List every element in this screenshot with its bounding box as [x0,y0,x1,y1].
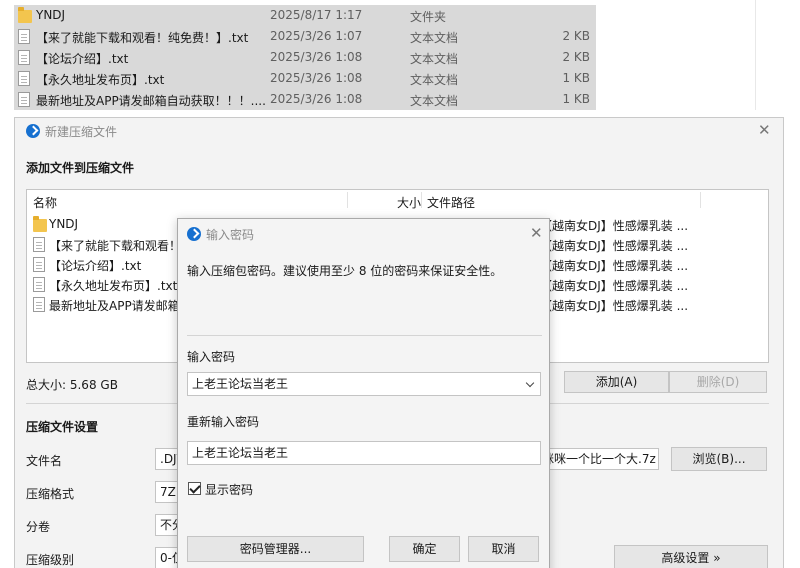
explorer-row-date: 2025/3/26 1:08 [270,50,363,64]
explorer-row-date: 2025/3/26 1:08 [270,71,363,85]
explorer-row[interactable]: 【永久地址发布页】.txt 2025/3/26 1:08 文本文档 1 KB [14,68,596,89]
explorer-row-name: 最新地址及APP请发邮箱自动获取！！！.... [36,94,266,108]
level-label: 压缩级别 [26,553,75,567]
list-item-name: 【永久地址发布页】.txt [49,279,178,293]
list-item-path: 【越南女DJ】性感爆乳装 ... [540,259,689,273]
chevron-down-icon[interactable] [525,378,535,388]
filename-field-value-end: 眯咪一个比一个大.7z [542,452,656,466]
explorer-row-name: YNDJ [36,8,66,22]
delete-button[interactable]: 删除(D) [669,371,767,393]
close-icon[interactable]: ✕ [758,123,771,138]
list-item-path: 【越南女DJ】性感爆乳装 ... [540,219,689,233]
text-file-icon [18,71,32,87]
folder-icon [18,7,32,24]
list-item-path: 【越南女DJ】性感爆乳装 ... [540,299,689,313]
list-item-path: 【越南女DJ】性感爆乳装 ... [540,239,689,253]
column-header-name[interactable]: 名称 [33,194,57,211]
close-icon[interactable]: ✕ [530,226,543,241]
filename-label: 文件名 [26,454,63,468]
text-file-icon [33,297,45,312]
show-password-label[interactable]: 显示密码 [205,481,253,498]
text-file-icon [18,29,32,45]
cancel-button[interactable]: 取消 [468,536,539,562]
explorer-row-date: 2025/3/26 1:08 [270,92,363,106]
explorer-row[interactable]: 最新地址及APP请发邮箱自动获取！！！.... 2025/3/26 1:08 文… [14,89,596,110]
browse-button[interactable]: 浏览(B)... [671,447,767,471]
explorer-row-type: 文本文档 [410,52,459,66]
explorer-row-size: 1 KB [562,71,590,85]
divider [187,335,542,336]
explorer-row-type: 文本文档 [410,73,459,87]
text-file-icon [33,237,45,252]
format-select-value: 7Z [160,485,176,499]
explorer-row-size: 1 KB [562,92,590,106]
explorer-row-type: 文本文档 [410,94,459,108]
explorer-row[interactable]: 【来了就能下载和观看！纯免费！】.txt 2025/3/26 1:07 文本文档… [14,26,596,47]
column-header-path[interactable]: 文件路径 [427,194,475,211]
list-item-name: YNDJ [49,217,79,231]
folder-icon [33,216,47,232]
reenter-password-label: 重新输入密码 [187,415,260,429]
list-item-name: 【论坛介绍】.txt [49,259,142,273]
explorer-row-name: 【来了就能下载和观看！纯免费！】.txt [36,31,249,45]
explorer-row-date: 2025/8/17 1:17 [270,8,363,22]
text-file-icon [33,277,45,292]
column-divider[interactable] [347,192,348,208]
explorer-file-list: YNDJ 2025/8/17 1:17 文件夹 【来了就能下载和观看！纯免费！】… [0,0,800,110]
dialog-title: 新建压缩文件 [45,125,118,139]
format-label: 压缩格式 [26,487,75,501]
explorer-row-name: 【论坛介绍】.txt [36,52,129,66]
explorer-row[interactable]: YNDJ 2025/8/17 1:17 文件夹 [14,5,596,26]
explorer-row-date: 2025/3/26 1:07 [270,29,363,43]
add-button[interactable]: 添加(A) [564,371,669,393]
ok-button[interactable]: 确定 [389,536,460,562]
column-divider[interactable] [700,192,701,208]
explorer-row-type: 文本文档 [410,31,459,45]
list-item-name: 最新地址及APP请发邮箱 [49,299,180,313]
password-input-value: 上老王论坛当老王 [192,377,289,391]
reenter-password-input[interactable]: 上老王论坛当老王 [187,441,541,465]
show-password-checkbox[interactable] [188,482,201,495]
explorer-row-size: 2 KB [562,29,590,43]
enter-password-dialog: 输入密码 ✕ 输入压缩包密码。建议使用至少 8 位的密码来保证安全性。 输入密码… [177,218,550,568]
password-description: 输入压缩包密码。建议使用至少 8 位的密码来保证安全性。 [187,264,503,278]
section-heading-add-files: 添加文件到压缩文件 [26,161,135,175]
app-logo-icon [26,124,40,138]
explorer-row[interactable]: 【论坛介绍】.txt 2025/3/26 1:08 文本文档 2 KB [14,47,596,68]
password-manager-button[interactable]: 密码管理器... [187,536,364,562]
list-item-name: 【来了就能下载和观看！ [49,239,182,253]
reenter-password-input-value: 上老王论坛当老王 [192,446,289,460]
explorer-row-type: 文件夹 [410,10,447,24]
filename-field-continued[interactable]: 眯咪一个比一个大.7z [535,448,659,470]
explorer-row-size: 2 KB [562,50,590,64]
text-file-icon [33,257,45,272]
column-header-size[interactable]: 大小 [397,194,421,211]
password-label: 输入密码 [187,350,236,364]
text-file-icon [18,50,32,66]
split-label: 分卷 [26,520,51,534]
section-heading-archive-settings: 压缩文件设置 [26,420,99,434]
advanced-settings-button[interactable]: 高级设置 » [614,545,768,568]
text-file-icon [18,92,32,108]
password-input[interactable]: 上老王论坛当老王 [187,372,541,396]
dialog-title: 输入密码 [206,228,255,242]
app-logo-icon [187,227,201,241]
divider [755,0,756,110]
explorer-row-name: 【永久地址发布页】.txt [36,73,165,87]
list-item-path: 【越南女DJ】性感爆乳装 ... [540,279,689,293]
total-size: 总大小: 5.68 GB [26,378,118,392]
column-divider[interactable] [421,192,422,208]
